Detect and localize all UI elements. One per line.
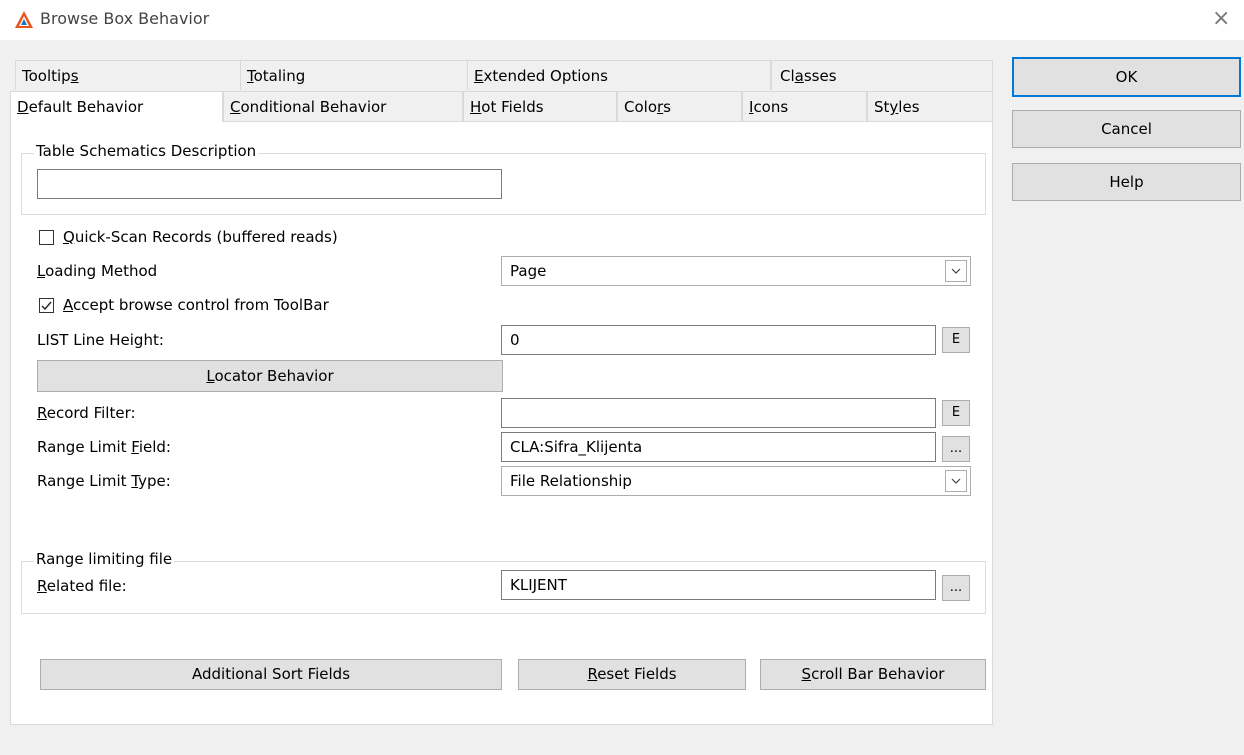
checkmark-icon <box>41 301 52 311</box>
range-limit-type-select[interactable]: File Relationship <box>501 466 971 496</box>
help-button[interactable]: Help <box>1012 163 1241 201</box>
schematics-description-input[interactable] <box>37 169 502 199</box>
cancel-button[interactable]: Cancel <box>1012 110 1241 148</box>
range-limit-field-input[interactable]: CLA:Sifra_Klijenta <box>501 432 936 462</box>
range-limiting-file-title: Range limiting file <box>34 550 175 568</box>
tab-styles[interactable]: Styles <box>867 91 993 121</box>
record-filter-expression-button[interactable]: E <box>942 400 970 426</box>
tab-extended-options[interactable]: Extended Options <box>467 60 771 90</box>
tab-totaling[interactable]: Totaling <box>240 60 472 90</box>
list-line-height-expression-button[interactable]: E <box>942 327 970 353</box>
record-filter-label: Record Filter: <box>37 404 136 422</box>
list-line-height-label: LIST Line Height: <box>37 331 164 349</box>
tab-default-behavior[interactable]: Default Behavior <box>10 91 223 122</box>
related-file-input[interactable]: KLIJENT <box>501 570 936 600</box>
scroll-bar-behavior-button[interactable]: Scroll Bar Behavior <box>760 659 986 690</box>
tab-conditional-behavior[interactable]: Conditional Behavior <box>223 91 463 121</box>
range-limit-field-label: Range Limit Field: <box>37 438 171 456</box>
window-title: Browse Box Behavior <box>40 9 210 28</box>
chevron-down-icon[interactable] <box>945 260 967 282</box>
loading-method-label: Loading Method <box>37 262 158 280</box>
loading-method-value: Page <box>510 262 547 280</box>
related-file-lookup-button[interactable]: ... <box>942 575 970 601</box>
record-filter-input[interactable] <box>501 398 936 428</box>
tab-colors[interactable]: Colors <box>617 91 742 121</box>
schematics-group-title: Table Schematics Description <box>34 142 259 160</box>
tab-hot-fields[interactable]: Hot Fields <box>463 91 617 121</box>
accept-toolbar-checkbox[interactable] <box>39 298 54 313</box>
quick-scan-label: Quick-Scan Records (buffered reads) <box>63 228 338 246</box>
related-file-label: Related file: <box>37 577 127 595</box>
accept-toolbar-label: Accept browse control from ToolBar <box>63 296 329 314</box>
range-limit-field-lookup-button[interactable]: ... <box>942 436 970 462</box>
range-limit-type-value: File Relationship <box>510 472 632 490</box>
ok-button[interactable]: OK <box>1012 57 1241 97</box>
tab-icons[interactable]: Icons <box>742 91 867 121</box>
additional-sort-fields-button[interactable]: Additional Sort Fields <box>40 659 502 690</box>
reset-fields-button[interactable]: Reset Fields <box>518 659 746 690</box>
range-limit-type-label: Range Limit Type: <box>37 472 171 490</box>
tab-classes[interactable]: Classes <box>771 60 993 90</box>
app-logo-icon <box>15 11 33 28</box>
loading-method-select[interactable]: Page <box>501 256 971 286</box>
locator-behavior-button[interactable]: Locator Behavior <box>37 360 503 392</box>
quick-scan-checkbox[interactable] <box>39 230 54 245</box>
close-icon[interactable]: × <box>1212 6 1230 31</box>
list-line-height-input[interactable]: 0 <box>501 325 936 355</box>
chevron-down-icon[interactable] <box>945 470 967 492</box>
tab-tooltips[interactable]: Tooltips <box>15 60 245 90</box>
